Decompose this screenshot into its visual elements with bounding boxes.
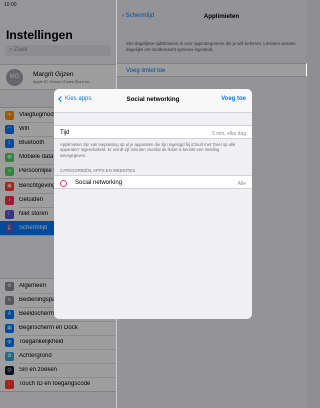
sidebar-item-label: Algemeen xyxy=(19,283,47,289)
status-bar: 10:00 xyxy=(0,0,116,10)
siri-icon: ◎ xyxy=(5,365,14,375)
switches-icon: ≡ xyxy=(5,295,14,305)
modal-navbar: Kies apps Social networking Voeg toe xyxy=(54,89,252,113)
social-networking-icon xyxy=(60,179,67,187)
add-button[interactable]: Voeg toe xyxy=(221,96,246,102)
profile-name: Margrit Gijzen xyxy=(33,71,74,78)
wallpaper-icon: ✿ xyxy=(5,351,14,361)
avatar: MG xyxy=(6,69,23,86)
sidebar-item-touch-id-en-toegangscode[interactable]: ◌ Touch ID en toegangscode xyxy=(0,377,116,391)
sidebar-item-siri-en-zoeken[interactable]: ◎ Siri en zoeken xyxy=(0,363,116,377)
sidebar-item-toegankelijkheid[interactable]: ◍ Toegankelijkheid xyxy=(0,335,116,349)
sound-icon: ♪ xyxy=(5,195,14,205)
sidebar-item-label: Wifi xyxy=(19,126,29,132)
search-input[interactable]: ⌕ Zoek xyxy=(5,45,111,56)
sidebar-item-label: Touch ID en toegangscode xyxy=(19,381,91,387)
sidebar-item-label: Beginscherm en Dock xyxy=(19,325,78,331)
notifications-icon: ▣ xyxy=(5,181,14,191)
status-time: 10:00 xyxy=(4,2,17,8)
sidebar-item-label: Siri en zoeken xyxy=(19,367,58,373)
time-value: 5 min, elke dag xyxy=(212,130,246,137)
wifi-icon: ◠ xyxy=(5,124,14,134)
category-row-social-networking[interactable]: Social networking Alle xyxy=(54,175,252,189)
moon-icon: ☾ xyxy=(5,209,14,219)
category-label: Social networking xyxy=(75,180,123,186)
sidebar-item-label: Geluiden xyxy=(19,197,44,203)
limit-info-note: Applimieten zijn van toepassing op al je… xyxy=(60,142,236,158)
sidebar-item-label: Achtergrond xyxy=(19,353,52,359)
bluetooth-icon: ᛒ xyxy=(5,138,14,148)
search-placeholder: Zoek xyxy=(14,47,28,53)
sidebar-item-label: Niet storen xyxy=(19,211,49,217)
section-header: CATEGORIEËN, APPS EN WEBSITES xyxy=(60,168,136,173)
sidebar-item-label: Mobiele data xyxy=(19,154,54,160)
apple-id-profile[interactable]: MG Margrit Gijzen Apple ID, iCloud, iTun… xyxy=(0,64,116,90)
antenna-icon: ◉ xyxy=(5,152,14,162)
sidebar-item-label: Schermtijd xyxy=(19,225,48,231)
time-row[interactable]: Tijd 5 min, elke dag xyxy=(54,125,252,139)
sidebar-item-achtergrond[interactable]: ✿ Achtergrond xyxy=(0,349,116,363)
fingerprint-icon: ◌ xyxy=(5,379,14,389)
sidebar-item-label: Berichtgeving xyxy=(19,183,56,189)
hourglass-icon: ⌛ xyxy=(5,223,14,233)
gear-icon: ⚙ xyxy=(5,281,14,291)
sidebar-item-label: Toegankelijkheid xyxy=(19,339,64,345)
time-label: Tijd xyxy=(60,130,70,136)
detail-title: Applimieten xyxy=(203,13,240,20)
home-screen-icon: ▦ xyxy=(5,323,14,333)
social-networking-modal: Kies apps Social networking Voeg toe Tij… xyxy=(54,89,252,319)
page-title: Instellingen xyxy=(6,28,73,42)
sidebar-item-beginscherm-en-dock[interactable]: ▦ Beginscherm en Dock xyxy=(0,321,116,335)
category-value: Alle xyxy=(237,180,246,187)
sidebar-item-label: Bluetooth xyxy=(19,140,45,146)
detail-description: Stel dagelijkse tijdslimieten in voor ap… xyxy=(126,41,296,52)
display-icon: A xyxy=(5,309,14,319)
profile-subtitle: Apple ID, iCloud, iTunes Store en... xyxy=(33,80,93,84)
accessibility-icon: ◍ xyxy=(5,337,14,347)
hotspot-icon: ∞ xyxy=(5,166,14,176)
airplane-icon: ✈ xyxy=(5,110,14,120)
add-limit-button[interactable]: Voeg limiet toe xyxy=(117,63,307,77)
